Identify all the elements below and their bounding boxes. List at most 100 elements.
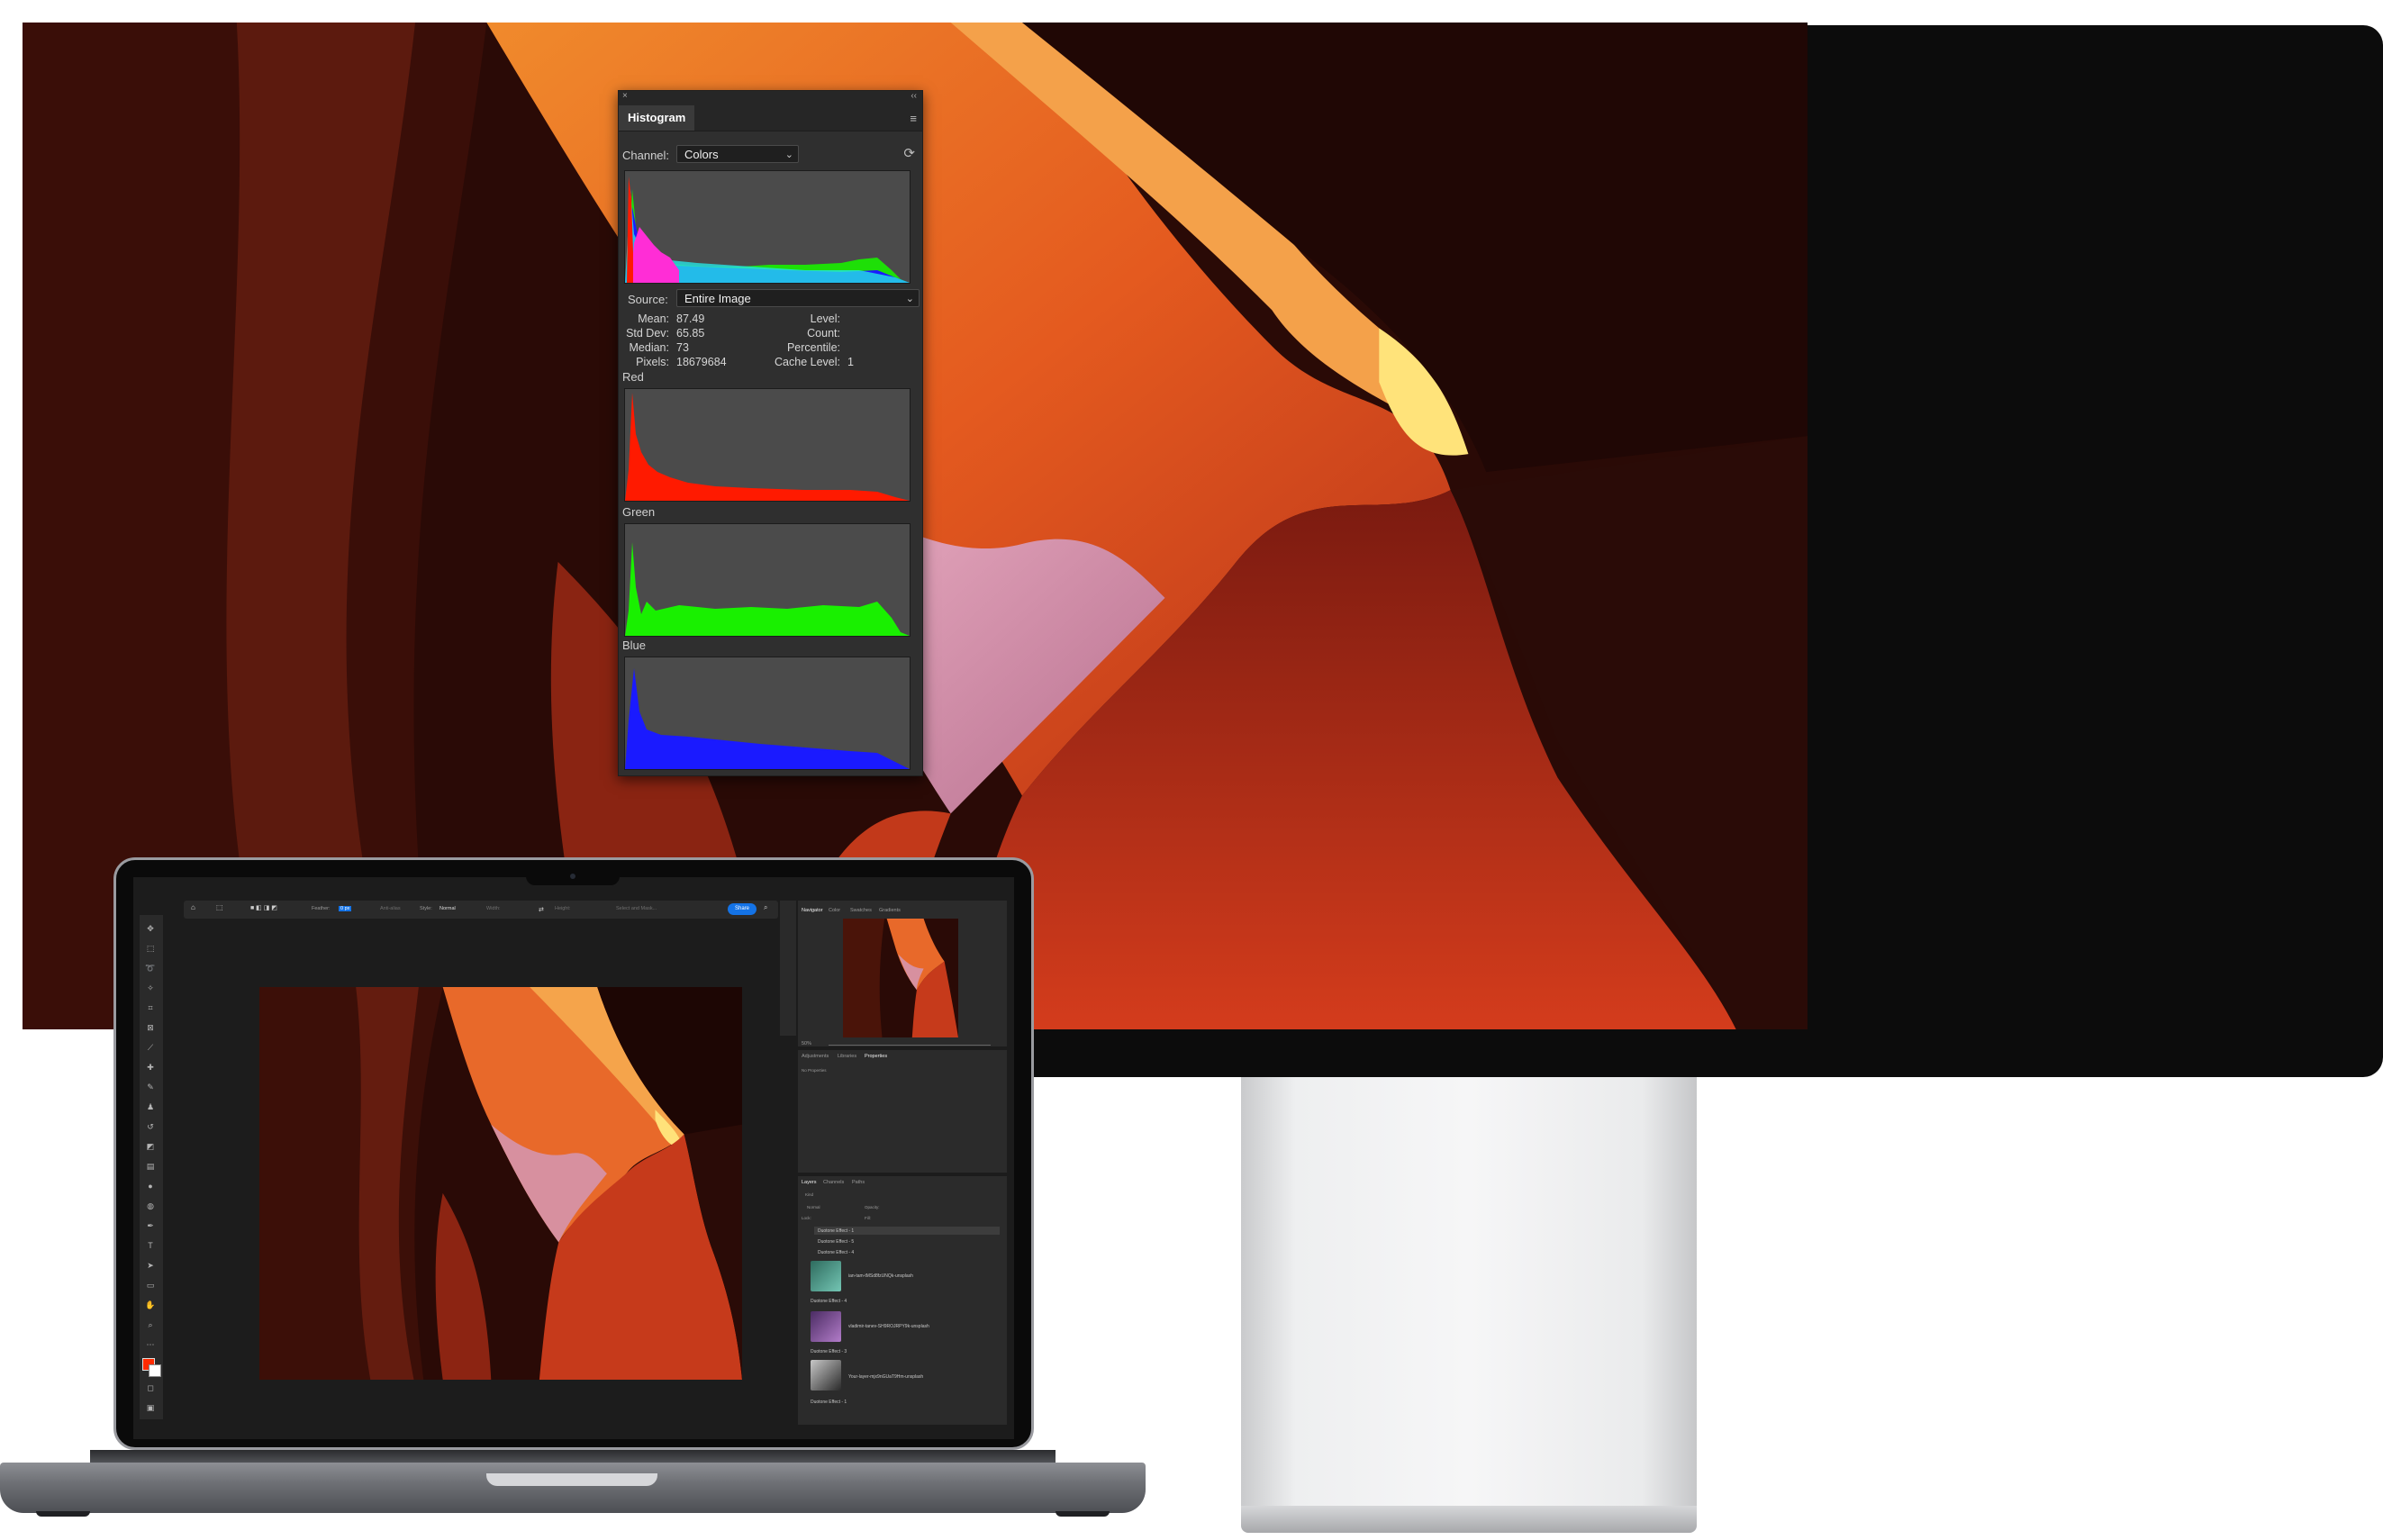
histogram-blue-graph (624, 657, 911, 770)
tab-channels[interactable]: Channels (823, 1180, 844, 1185)
tab-layers[interactable]: Layers (802, 1180, 817, 1185)
eraser-icon[interactable]: ◩ (144, 1142, 157, 1151)
chevron-down-icon: ⌄ (784, 149, 793, 160)
green-channel-label: Green (622, 505, 656, 519)
opacity-label: Opacity: (865, 1205, 880, 1209)
fill-label: Fill: (865, 1216, 871, 1220)
blue-channel-label: Blue (622, 639, 647, 652)
style-select[interactable]: Normal (439, 906, 456, 911)
feather-input[interactable]: 0 px (339, 906, 352, 911)
panel-menu-icon[interactable]: ≡ (910, 112, 917, 125)
tab-libraries[interactable]: Libraries (838, 1054, 856, 1059)
search-icon[interactable]: ⌕ (764, 903, 767, 912)
layer-thumbnail (811, 1360, 841, 1391)
eyedropper-icon[interactable]: ⟋ (144, 1043, 157, 1052)
marquee-tool-icon[interactable]: ⬚ (216, 903, 223, 911)
quick-mask-icon[interactable]: ◻ (144, 1383, 157, 1392)
collapse-panel-icon[interactable]: ‹‹ (911, 91, 917, 101)
magic-wand-icon[interactable]: ✧ (144, 983, 157, 992)
navigator-thumbnail[interactable] (843, 919, 958, 1037)
frame-icon[interactable]: ⊠ (144, 1023, 157, 1032)
layer-row[interactable]: Duotone Effect - 5 (818, 1239, 1019, 1245)
camera-icon (570, 874, 575, 879)
pen-icon[interactable]: ✒ (144, 1221, 157, 1230)
crop-icon[interactable]: ⌗ (144, 1003, 157, 1012)
rectangle-icon[interactable]: ▭ (144, 1281, 157, 1290)
dodge-icon[interactable]: ◍ (144, 1201, 157, 1210)
anti-alias-checkbox[interactable]: Anti-alias (380, 906, 401, 911)
blur-icon[interactable]: ● (144, 1182, 157, 1191)
histogram-panel: × ‹‹ Histogram ≡ Channel: Colors ⌄ ⟳ Sou… (618, 90, 923, 776)
laptop-thumb-notch (486, 1473, 657, 1486)
percentile-label: Percentile: (786, 341, 840, 354)
panel-icons-strip (780, 901, 796, 1036)
tab-paths[interactable]: Paths (852, 1180, 865, 1185)
home-icon[interactable]: ⌂ (191, 903, 195, 911)
layer-row[interactable]: ian-tam-tMSd8fzUNQk-unsplash (848, 1273, 1050, 1279)
swap-icon[interactable]: ⇄ (539, 906, 544, 913)
history-brush-icon[interactable]: ↺ (144, 1122, 157, 1131)
brush-icon[interactable]: ✎ (144, 1083, 157, 1092)
zoom-icon[interactable]: ⌕ (144, 1320, 157, 1329)
tab-histogram[interactable]: Histogram (619, 105, 695, 131)
type-icon[interactable]: T (144, 1241, 157, 1250)
blend-mode-select[interactable]: Normal (807, 1205, 820, 1209)
layer-row[interactable]: vladimir-tanev-SH9ROJRPY9k-unsplash (848, 1324, 1050, 1329)
more-tools-icon[interactable]: ⋯ (144, 1340, 157, 1349)
zoom-level[interactable]: 50% (802, 1041, 811, 1046)
chevron-down-icon: ⌄ (905, 294, 914, 304)
background-color-swatch[interactable] (149, 1364, 161, 1377)
panel-tab-row: Histogram ≡ (619, 105, 922, 131)
select-and-mask-button[interactable]: Select and Mask... (616, 906, 657, 911)
document-canvas[interactable] (259, 987, 742, 1380)
layer-row[interactable]: Duotone Effect - 3 (811, 1349, 1012, 1354)
cache-level-value: 1 (847, 356, 854, 368)
healing-icon[interactable]: ✚ (144, 1063, 157, 1072)
path-select-icon[interactable]: ➤ (144, 1261, 157, 1270)
red-channel-label: Red (622, 370, 644, 384)
layer-row[interactable]: Duotone Effect - 4 (811, 1299, 1012, 1304)
refresh-icon[interactable]: ⟳ (903, 145, 915, 161)
width-label: Width: (486, 906, 501, 911)
source-select[interactable]: Entire Image ⌄ (676, 289, 920, 307)
selection-mode-icons[interactable]: ■ ◧ ◨ ◩ (250, 904, 277, 911)
gradient-icon[interactable]: ▤ (144, 1162, 157, 1171)
screen-mode-icon[interactable]: ▣ (144, 1403, 157, 1412)
tab-navigator[interactable]: Navigator (802, 908, 823, 913)
close-panel-icon[interactable]: × (622, 91, 628, 101)
layer-thumbnail (811, 1311, 841, 1342)
height-label: Height: (555, 906, 571, 911)
marquee-icon[interactable]: ⬚ (144, 944, 157, 953)
source-select-value: Entire Image (684, 292, 751, 305)
layer-row[interactable]: Duotone Effect - 4 (818, 1250, 1019, 1255)
hand-icon[interactable]: ✋ (144, 1300, 157, 1309)
layer-thumbnail (811, 1261, 841, 1291)
tab-swatches[interactable]: Swatches (850, 908, 872, 913)
feather-label: Feather: (312, 906, 331, 911)
layer-row[interactable]: Your-layer-mjx9nGUaT9Hm-unsplash (848, 1374, 1050, 1380)
layer-row[interactable]: Duotone Effect - 1 (818, 1228, 1019, 1234)
no-properties-text: No Properties (802, 1068, 827, 1073)
layer-filter-kind[interactable]: Kind (805, 1192, 813, 1197)
channel-label: Channel: (622, 149, 670, 162)
lasso-icon[interactable]: ➰ (144, 964, 157, 973)
panel-title-bar: × ‹‹ (619, 91, 922, 105)
count-label: Count: (807, 327, 840, 340)
zoom-slider[interactable] (829, 1045, 991, 1046)
tab-adjustments[interactable]: Adjustments (802, 1054, 829, 1059)
std-dev-label: Std Dev: (626, 327, 669, 340)
laptop-foot-right (1056, 1511, 1110, 1517)
histogram-green-graph (624, 523, 911, 637)
stamp-icon[interactable]: ♟ (144, 1102, 157, 1111)
tab-properties[interactable]: Properties (865, 1054, 887, 1059)
channel-select[interactable]: Colors ⌄ (676, 145, 799, 163)
style-label: Style: (420, 906, 432, 911)
histogram-red-graph (624, 388, 911, 502)
laptop-base (0, 1463, 1146, 1513)
share-button[interactable]: Share (728, 903, 757, 915)
tab-color[interactable]: Color (829, 908, 840, 913)
layer-row[interactable]: Duotone Effect - 1 (811, 1400, 1012, 1405)
tab-gradients[interactable]: Gradients (879, 908, 901, 913)
move-tool-icon[interactable]: ✥ (144, 924, 157, 933)
mean-value: 87.49 (676, 313, 705, 325)
